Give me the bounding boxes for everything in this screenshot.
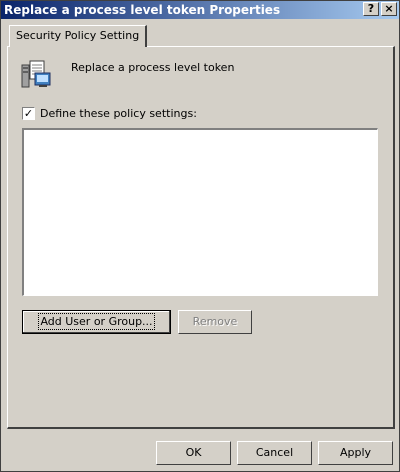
close-button[interactable]: × xyxy=(381,2,397,16)
add-user-or-group-button[interactable]: Add User or Group... xyxy=(22,310,171,334)
remove-label: Remove xyxy=(192,315,238,328)
window-title: Replace a process level token Properties xyxy=(4,3,281,17)
tab-label: Security Policy Setting xyxy=(16,29,140,42)
apply-label: Apply xyxy=(339,446,372,459)
cancel-label: Cancel xyxy=(255,446,294,459)
title-bar: Replace a process level token Properties xyxy=(1,1,399,19)
tab-security-policy-setting[interactable]: Security Policy Setting xyxy=(9,25,148,47)
help-button[interactable]: ? xyxy=(363,2,379,16)
ok-button[interactable]: OK xyxy=(156,441,231,465)
properties-dialog: Replace a process level token Properties… xyxy=(0,0,400,472)
policy-document-icon xyxy=(21,60,51,88)
define-policy-checkbox[interactable]: ✓ xyxy=(22,107,35,120)
cancel-button[interactable]: Cancel xyxy=(237,441,312,465)
define-policy-label[interactable]: Define these policy settings: xyxy=(40,107,197,120)
policy-name: Replace a process level token xyxy=(71,61,235,74)
ok-label: OK xyxy=(185,446,202,459)
remove-button[interactable]: Remove xyxy=(178,310,252,334)
apply-button[interactable]: Apply xyxy=(318,441,393,465)
add-user-label: Add User or Group... xyxy=(38,313,155,330)
user-group-list[interactable] xyxy=(22,128,378,296)
